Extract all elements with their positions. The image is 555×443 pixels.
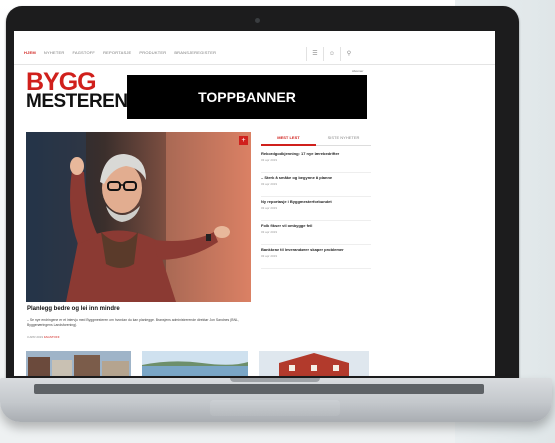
list-item-date: 03 apr 2019 xyxy=(261,158,278,162)
hero-photo-presenter xyxy=(26,132,251,302)
thumbnail-red-house[interactable] xyxy=(259,351,369,376)
hero-image[interactable]: + xyxy=(26,132,251,302)
list-item-title: – Sterk å småke og begynne å planne xyxy=(261,175,333,180)
list-item[interactable]: Bankkrav til leverandører skaper problem… xyxy=(261,245,371,269)
thumbnail-buildings[interactable] xyxy=(26,351,131,376)
webcam xyxy=(255,18,260,23)
hero-meta: 3 APR 2019 FAGSTOFF xyxy=(27,335,60,339)
list-item-date: 03 apr 2019 xyxy=(261,230,278,234)
logo-line-mesteren: MESTEREN xyxy=(26,91,128,112)
laptop-lid: Hjem Nyheter Fagstoff Reportasje Produkt… xyxy=(6,6,519,391)
site-logo[interactable]: BYGG MESTEREN xyxy=(26,68,128,112)
nav-item-nyheter[interactable]: Nyheter xyxy=(44,50,65,55)
list-item[interactable]: Ny reportasje i Byggmesterforbundet 03 a… xyxy=(261,197,371,221)
search-icon[interactable]: ⚲ xyxy=(340,47,357,61)
list-item-title: Ny reportasje i Byggmesterforbundet xyxy=(261,199,332,204)
hero-headline[interactable]: Planlegg bedre og lei inn mindre xyxy=(27,306,120,312)
thumbnail-landscape[interactable] xyxy=(142,351,248,376)
list-item[interactable]: Rekordgodkjenning: 17 nye lærebedrifter … xyxy=(261,149,371,173)
logo-line-bygg: BYGG xyxy=(26,68,97,96)
site-navigation: Hjem Nyheter Fagstoff Reportasje Produkt… xyxy=(14,43,495,65)
list-item-date: 03 apr 2019 xyxy=(261,206,278,210)
list-item-title: Rekordgodkjenning: 17 nye lærebedrifter xyxy=(261,151,340,156)
nav-item-reportasje[interactable]: Reportasje xyxy=(103,50,131,55)
side-article-list: Rekordgodkjenning: 17 nye lærebedrifter … xyxy=(261,149,371,269)
expand-icon[interactable]: + xyxy=(239,136,248,145)
subscribe-link[interactable]: Abonner xyxy=(352,69,363,73)
hero-date: 3 APR 2019 xyxy=(27,335,44,339)
laptop-hinge-notch xyxy=(230,378,320,382)
hero-category[interactable]: FAGSTOFF xyxy=(44,335,60,339)
trackpad xyxy=(210,400,340,416)
nav-item-produkter[interactable]: Produkter xyxy=(139,50,166,55)
list-item-date: 03 apr 2019 xyxy=(261,254,278,258)
laptop-base xyxy=(0,378,552,422)
side-tabs: Mest lest Siste nyheter xyxy=(261,135,371,146)
list-item[interactable]: Folk fikser vil ombygge feil 03 apr 2019 xyxy=(261,221,371,245)
laptop-screen: Hjem Nyheter Fagstoff Reportasje Produkt… xyxy=(14,31,495,376)
nav-item-fagstoff[interactable]: Fagstoff xyxy=(72,50,95,55)
nav-item-bransjeregister[interactable]: Bransjeregister xyxy=(174,50,216,55)
tab-mest-lest[interactable]: Mest lest xyxy=(261,135,316,146)
keyboard-edge xyxy=(34,384,484,394)
list-item[interactable]: – Sterk å småke og begynne å planne 03 a… xyxy=(261,173,371,197)
nav-item-hjem[interactable]: Hjem xyxy=(24,50,36,55)
tab-siste-nyheter[interactable]: Siste nyheter xyxy=(316,135,371,146)
list-item-date: 03 apr 2019 xyxy=(261,182,278,186)
list-item-title: Folk fikser vil ombygge feil xyxy=(261,223,313,228)
top-banner-ad[interactable]: TOPPBANNER xyxy=(127,75,367,119)
menu-icon[interactable]: ☰ xyxy=(306,47,323,61)
user-icon[interactable]: ☺ xyxy=(323,47,340,61)
hero-excerpt: – Se nye endringene er et intervju med B… xyxy=(27,318,239,327)
list-item-title: Bankkrav til leverandører skaper problem… xyxy=(261,247,344,252)
